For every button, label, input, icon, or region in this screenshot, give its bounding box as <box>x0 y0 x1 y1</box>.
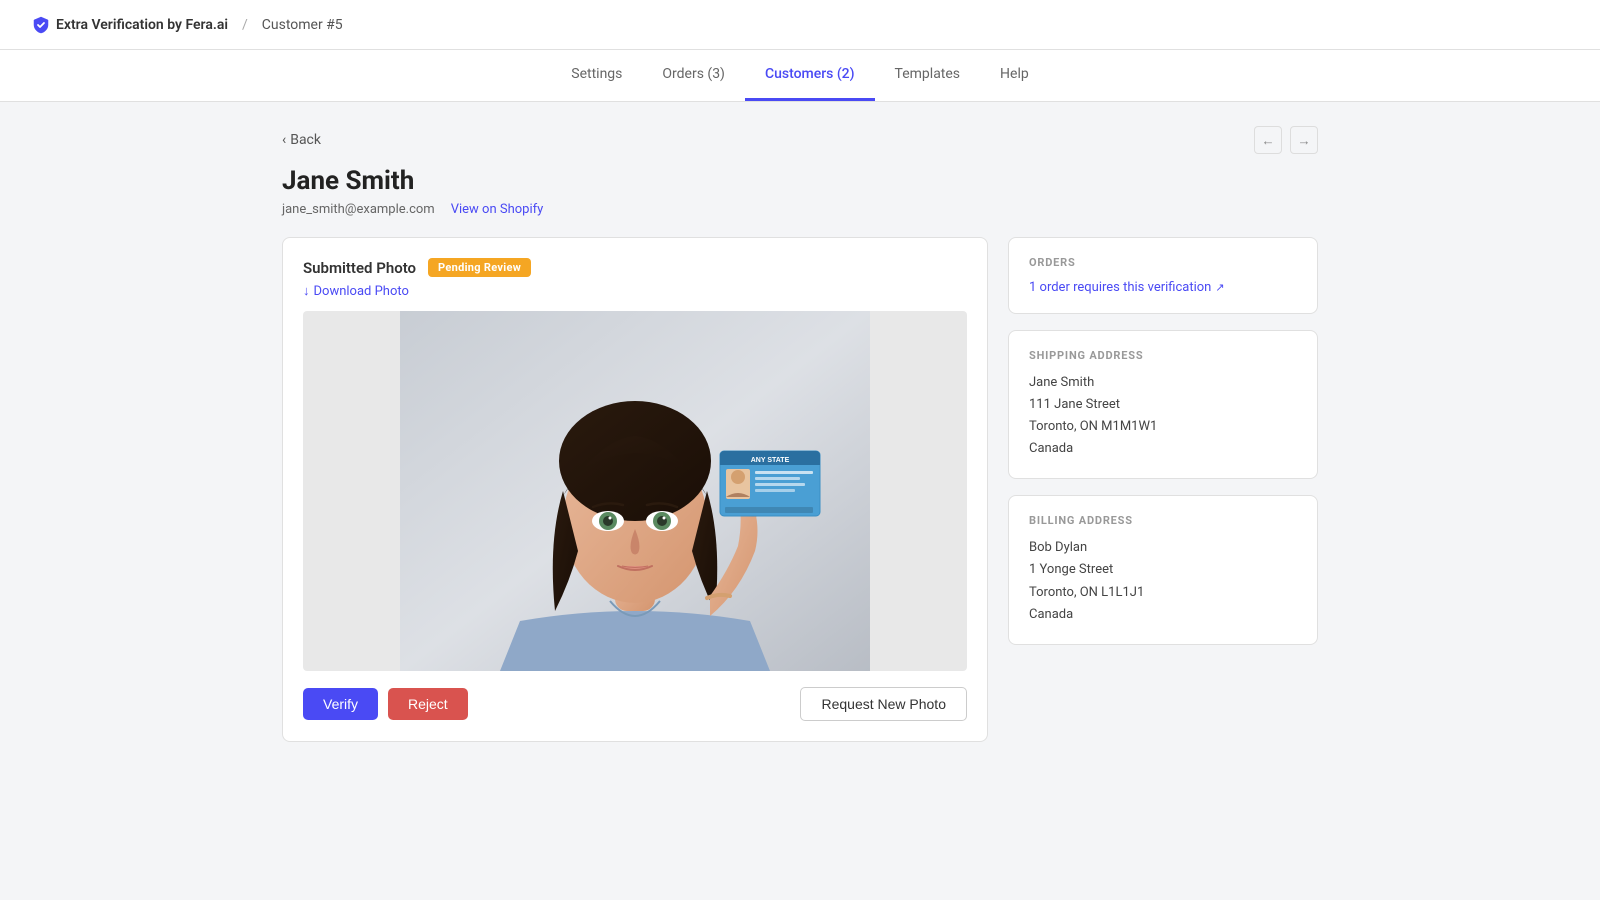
content-grid: Submitted Photo Pending Review ↓ Downloa… <box>282 237 1318 742</box>
side-panel: ORDERS 1 order requires this verificatio… <box>1008 237 1318 645</box>
breadcrumb-separator: / <box>242 17 248 33</box>
arrow-right-icon: → <box>1297 133 1310 148</box>
request-new-photo-button[interactable]: Request New Photo <box>800 687 967 721</box>
topbar: Extra Verification by Fera.ai / Customer… <box>0 0 1600 50</box>
nav-item-settings[interactable]: Settings <box>551 50 642 101</box>
customer-email: jane_smith@example.com <box>282 202 435 217</box>
orders-link[interactable]: 1 order requires this verification ↗ <box>1029 280 1225 295</box>
billing-country: Canada <box>1029 604 1297 626</box>
orders-section-title: ORDERS <box>1029 256 1297 269</box>
nav-item-orders[interactable]: Orders (3) <box>642 50 745 101</box>
main-nav: Settings Orders (3) Customers (2) Templa… <box>0 50 1600 102</box>
shipping-address-card: SHIPPING ADDRESS Jane Smith 111 Jane Str… <box>1008 330 1318 479</box>
billing-street: 1 Yonge Street <box>1029 559 1297 581</box>
billing-address-title: BILLING ADDRESS <box>1029 514 1297 527</box>
shipping-address-title: SHIPPING ADDRESS <box>1029 349 1297 362</box>
shipping-street: 111 Jane Street <box>1029 394 1297 416</box>
back-link[interactable]: ‹ Back <box>282 132 321 148</box>
back-label: Back <box>290 132 321 148</box>
person-illustration: ANY STATE <box>303 311 967 671</box>
nav-item-customers[interactable]: Customers (2) <box>745 50 875 101</box>
current-page-label: Customer #5 <box>262 17 343 33</box>
orders-link-label: 1 order requires this verification <box>1029 280 1211 295</box>
download-photo-link[interactable]: ↓ Download Photo <box>303 283 409 299</box>
download-icon: ↓ <box>303 283 310 299</box>
orders-card: ORDERS 1 order requires this verificatio… <box>1008 237 1318 314</box>
nav-item-help[interactable]: Help <box>980 50 1049 101</box>
prev-record-button[interactable]: ← <box>1254 126 1282 154</box>
next-record-button[interactable]: → <box>1290 126 1318 154</box>
photo-card-title: Submitted Photo <box>303 259 416 277</box>
brand: Extra Verification by Fera.ai <box>32 16 228 34</box>
download-photo-label: Download Photo <box>314 284 409 299</box>
external-link-icon: ↗ <box>1215 281 1224 294</box>
page-nav: ‹ Back ← → <box>282 126 1318 154</box>
billing-city-state: Toronto, ON L1L1J1 <box>1029 582 1297 604</box>
verify-button[interactable]: Verify <box>303 688 378 720</box>
shipping-address-text: Jane Smith 111 Jane Street Toronto, ON M… <box>1029 372 1297 460</box>
brand-label: Extra Verification by Fera.ai <box>56 17 228 33</box>
billing-name: Bob Dylan <box>1029 537 1297 559</box>
shipping-name: Jane Smith <box>1029 372 1297 394</box>
svg-text:ANY STATE: ANY STATE <box>751 457 790 464</box>
photo-card: Submitted Photo Pending Review ↓ Downloa… <box>282 237 988 742</box>
billing-address-text: Bob Dylan 1 Yonge Street Toronto, ON L1L… <box>1029 537 1297 625</box>
billing-address-card: BILLING ADDRESS Bob Dylan 1 Yonge Street… <box>1008 495 1318 644</box>
shipping-country: Canada <box>1029 438 1297 460</box>
record-navigation: ← → <box>1254 126 1318 154</box>
photo-card-header: Submitted Photo Pending Review <box>303 258 967 277</box>
view-shopify-link[interactable]: View on Shopify <box>451 202 544 217</box>
photo-actions: Verify Reject Request New Photo <box>303 687 967 721</box>
submitted-photo: ANY STATE <box>303 311 967 671</box>
pending-badge: Pending Review <box>428 258 531 277</box>
customer-meta: jane_smith@example.com View on Shopify <box>282 202 1318 217</box>
shield-icon <box>32 16 50 34</box>
main-content: ‹ Back ← → Jane Smith jane_smith@example… <box>250 102 1350 766</box>
shipping-city-state: Toronto, ON M1M1W1 <box>1029 416 1297 438</box>
arrow-left-icon: ← <box>1261 133 1274 148</box>
chevron-left-icon: ‹ <box>282 132 286 148</box>
customer-name: Jane Smith <box>282 166 1318 196</box>
reject-button[interactable]: Reject <box>388 688 468 720</box>
nav-item-templates[interactable]: Templates <box>875 50 981 101</box>
primary-actions: Verify Reject <box>303 688 468 720</box>
